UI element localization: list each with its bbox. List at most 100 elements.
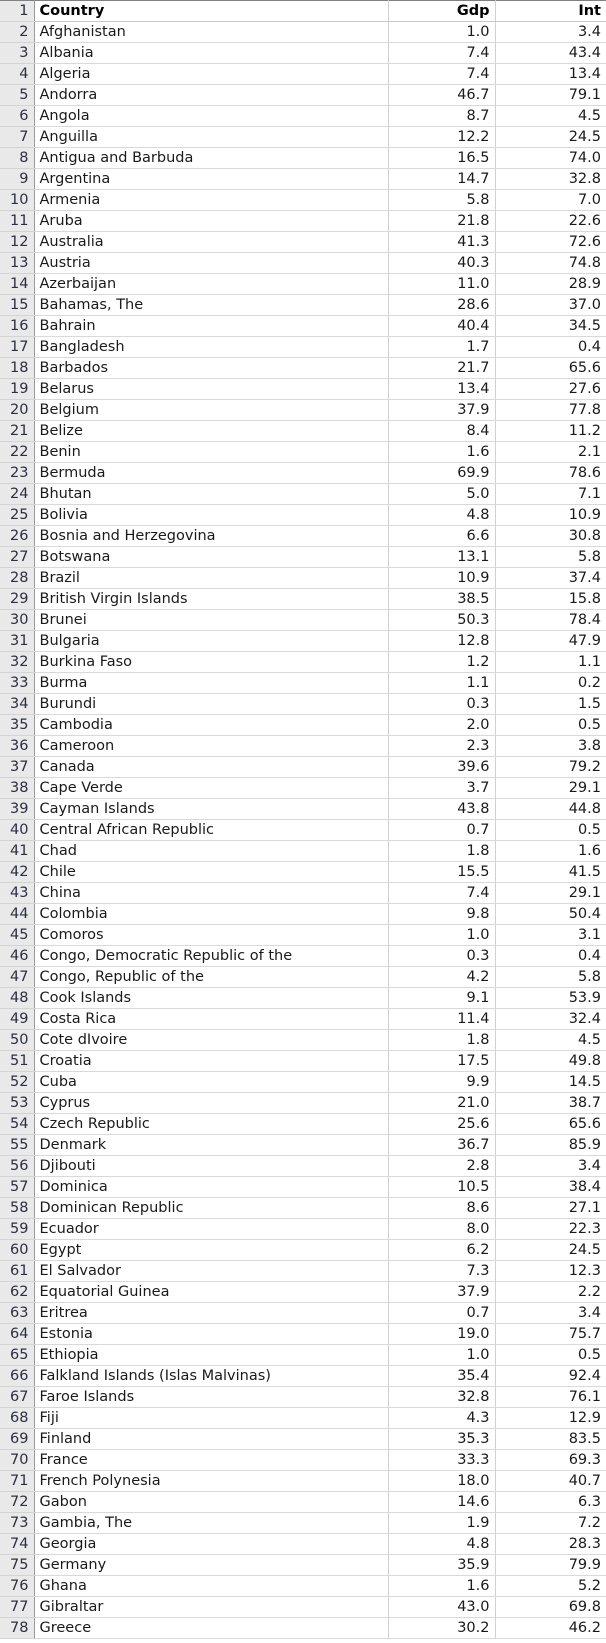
cell-int[interactable]: 38.7 bbox=[495, 1092, 606, 1114]
cell-country[interactable]: Argentina bbox=[34, 168, 389, 190]
cell-int[interactable]: 85.9 bbox=[495, 1134, 606, 1156]
cell-int[interactable]: 2.1 bbox=[495, 441, 606, 463]
cell-int[interactable]: 77.8 bbox=[495, 399, 606, 421]
cell-int[interactable]: 37.0 bbox=[495, 294, 606, 316]
cell-country[interactable]: Bosnia and Herzegovina bbox=[34, 525, 389, 547]
cell-int[interactable]: 79.2 bbox=[495, 756, 606, 778]
cell-gdp[interactable]: 33.3 bbox=[388, 1449, 496, 1471]
cell-int[interactable]: 3.4 bbox=[495, 1302, 606, 1324]
cell-gdp[interactable]: 8.0 bbox=[388, 1218, 496, 1240]
cell-country[interactable]: Belize bbox=[34, 420, 389, 442]
cell-country[interactable]: Congo, Democratic Republic of the bbox=[34, 945, 389, 967]
cell-gdp[interactable]: 10.9 bbox=[388, 567, 496, 589]
row-number-cell[interactable]: 21 bbox=[0, 420, 35, 442]
cell-gdp[interactable]: 7.4 bbox=[388, 42, 496, 64]
cell-int[interactable]: 83.5 bbox=[495, 1428, 606, 1450]
row-number-cell[interactable]: 59 bbox=[0, 1218, 35, 1240]
cell-int[interactable]: 28.3 bbox=[495, 1533, 606, 1555]
row-number-cell[interactable]: 47 bbox=[0, 966, 35, 988]
cell-country[interactable]: Burkina Faso bbox=[34, 651, 389, 673]
cell-gdp[interactable]: 37.9 bbox=[388, 399, 496, 421]
cell-int[interactable]: 1.5 bbox=[495, 693, 606, 715]
cell-int[interactable]: 3.8 bbox=[495, 735, 606, 757]
cell-country[interactable]: Belarus bbox=[34, 378, 389, 400]
row-number-cell[interactable]: 73 bbox=[0, 1512, 35, 1534]
cell-gdp[interactable]: 2.3 bbox=[388, 735, 496, 757]
cell-gdp[interactable]: 69.9 bbox=[388, 462, 496, 484]
cell-gdp[interactable]: 36.7 bbox=[388, 1134, 496, 1156]
cell-int[interactable]: 1.1 bbox=[495, 651, 606, 673]
cell-int[interactable]: 32.8 bbox=[495, 168, 606, 190]
cell-gdp[interactable]: 0.3 bbox=[388, 693, 496, 715]
cell-country[interactable]: Bolivia bbox=[34, 504, 389, 526]
cell-gdp[interactable]: 21.8 bbox=[388, 210, 496, 232]
cell-int[interactable]: 44.8 bbox=[495, 798, 606, 820]
cell-int[interactable]: 22.6 bbox=[495, 210, 606, 232]
cell-gdp[interactable]: 12.2 bbox=[388, 126, 496, 148]
row-number-cell[interactable]: 62 bbox=[0, 1281, 35, 1303]
cell-int[interactable]: 5.8 bbox=[495, 546, 606, 568]
row-number-cell[interactable]: 57 bbox=[0, 1176, 35, 1198]
row-number-cell[interactable]: 30 bbox=[0, 609, 35, 631]
column-header-int[interactable]: Int bbox=[495, 0, 606, 22]
cell-int[interactable]: 65.6 bbox=[495, 357, 606, 379]
cell-country[interactable]: Australia bbox=[34, 231, 389, 253]
cell-gdp[interactable]: 1.6 bbox=[388, 441, 496, 463]
cell-int[interactable]: 4.5 bbox=[495, 105, 606, 127]
cell-int[interactable]: 11.2 bbox=[495, 420, 606, 442]
cell-gdp[interactable]: 13.1 bbox=[388, 546, 496, 568]
cell-int[interactable]: 24.5 bbox=[495, 126, 606, 148]
cell-gdp[interactable]: 28.6 bbox=[388, 294, 496, 316]
row-number-cell[interactable]: 22 bbox=[0, 441, 35, 463]
row-number-cell[interactable]: 18 bbox=[0, 357, 35, 379]
cell-gdp[interactable]: 35.4 bbox=[388, 1365, 496, 1387]
cell-country[interactable]: Cote dIvoire bbox=[34, 1029, 389, 1051]
cell-gdp[interactable]: 8.6 bbox=[388, 1197, 496, 1219]
cell-gdp[interactable]: 43.8 bbox=[388, 798, 496, 820]
row-number-cell[interactable]: 50 bbox=[0, 1029, 35, 1051]
cell-country[interactable]: Czech Republic bbox=[34, 1113, 389, 1135]
cell-country[interactable]: French Polynesia bbox=[34, 1470, 389, 1492]
cell-int[interactable]: 27.1 bbox=[495, 1197, 606, 1219]
cell-country[interactable]: Faroe Islands bbox=[34, 1386, 389, 1408]
row-number-cell[interactable]: 51 bbox=[0, 1050, 35, 1072]
cell-country[interactable]: Georgia bbox=[34, 1533, 389, 1555]
cell-int[interactable]: 22.3 bbox=[495, 1218, 606, 1240]
cell-gdp[interactable]: 50.3 bbox=[388, 609, 496, 631]
row-number-cell[interactable]: 55 bbox=[0, 1134, 35, 1156]
row-number-cell[interactable]: 42 bbox=[0, 861, 35, 883]
cell-gdp[interactable]: 1.7 bbox=[388, 336, 496, 358]
row-number-cell[interactable]: 46 bbox=[0, 945, 35, 967]
cell-int[interactable]: 0.4 bbox=[495, 945, 606, 967]
cell-country[interactable]: Gibraltar bbox=[34, 1596, 389, 1618]
cell-int[interactable]: 74.8 bbox=[495, 252, 606, 274]
row-number-cell[interactable]: 10 bbox=[0, 189, 35, 211]
row-number-cell[interactable]: 54 bbox=[0, 1113, 35, 1135]
row-number-cell[interactable]: 48 bbox=[0, 987, 35, 1009]
cell-country[interactable]: Cuba bbox=[34, 1071, 389, 1093]
cell-gdp[interactable]: 6.2 bbox=[388, 1239, 496, 1261]
cell-int[interactable]: 12.3 bbox=[495, 1260, 606, 1282]
row-number-cell[interactable]: 13 bbox=[0, 252, 35, 274]
cell-country[interactable]: El Salvador bbox=[34, 1260, 389, 1282]
cell-country[interactable]: Austria bbox=[34, 252, 389, 274]
cell-int[interactable]: 32.4 bbox=[495, 1008, 606, 1030]
cell-country[interactable]: Gambia, The bbox=[34, 1512, 389, 1534]
row-number-cell[interactable]: 70 bbox=[0, 1449, 35, 1471]
row-number-cell[interactable]: 37 bbox=[0, 756, 35, 778]
row-number-cell[interactable]: 61 bbox=[0, 1260, 35, 1282]
cell-gdp[interactable]: 7.4 bbox=[388, 882, 496, 904]
row-number-cell[interactable]: 65 bbox=[0, 1344, 35, 1366]
cell-int[interactable]: 7.2 bbox=[495, 1512, 606, 1534]
cell-country[interactable]: Anguilla bbox=[34, 126, 389, 148]
cell-gdp[interactable]: 43.0 bbox=[388, 1596, 496, 1618]
row-number-cell[interactable]: 38 bbox=[0, 777, 35, 799]
cell-country[interactable]: Cambodia bbox=[34, 714, 389, 736]
cell-country[interactable]: Brazil bbox=[34, 567, 389, 589]
row-number-cell[interactable]: 56 bbox=[0, 1155, 35, 1177]
cell-gdp[interactable]: 1.0 bbox=[388, 21, 496, 43]
cell-country[interactable]: British Virgin Islands bbox=[34, 588, 389, 610]
row-number-cell[interactable]: 12 bbox=[0, 231, 35, 253]
cell-country[interactable]: Belgium bbox=[34, 399, 389, 421]
cell-gdp[interactable]: 4.8 bbox=[388, 1533, 496, 1555]
